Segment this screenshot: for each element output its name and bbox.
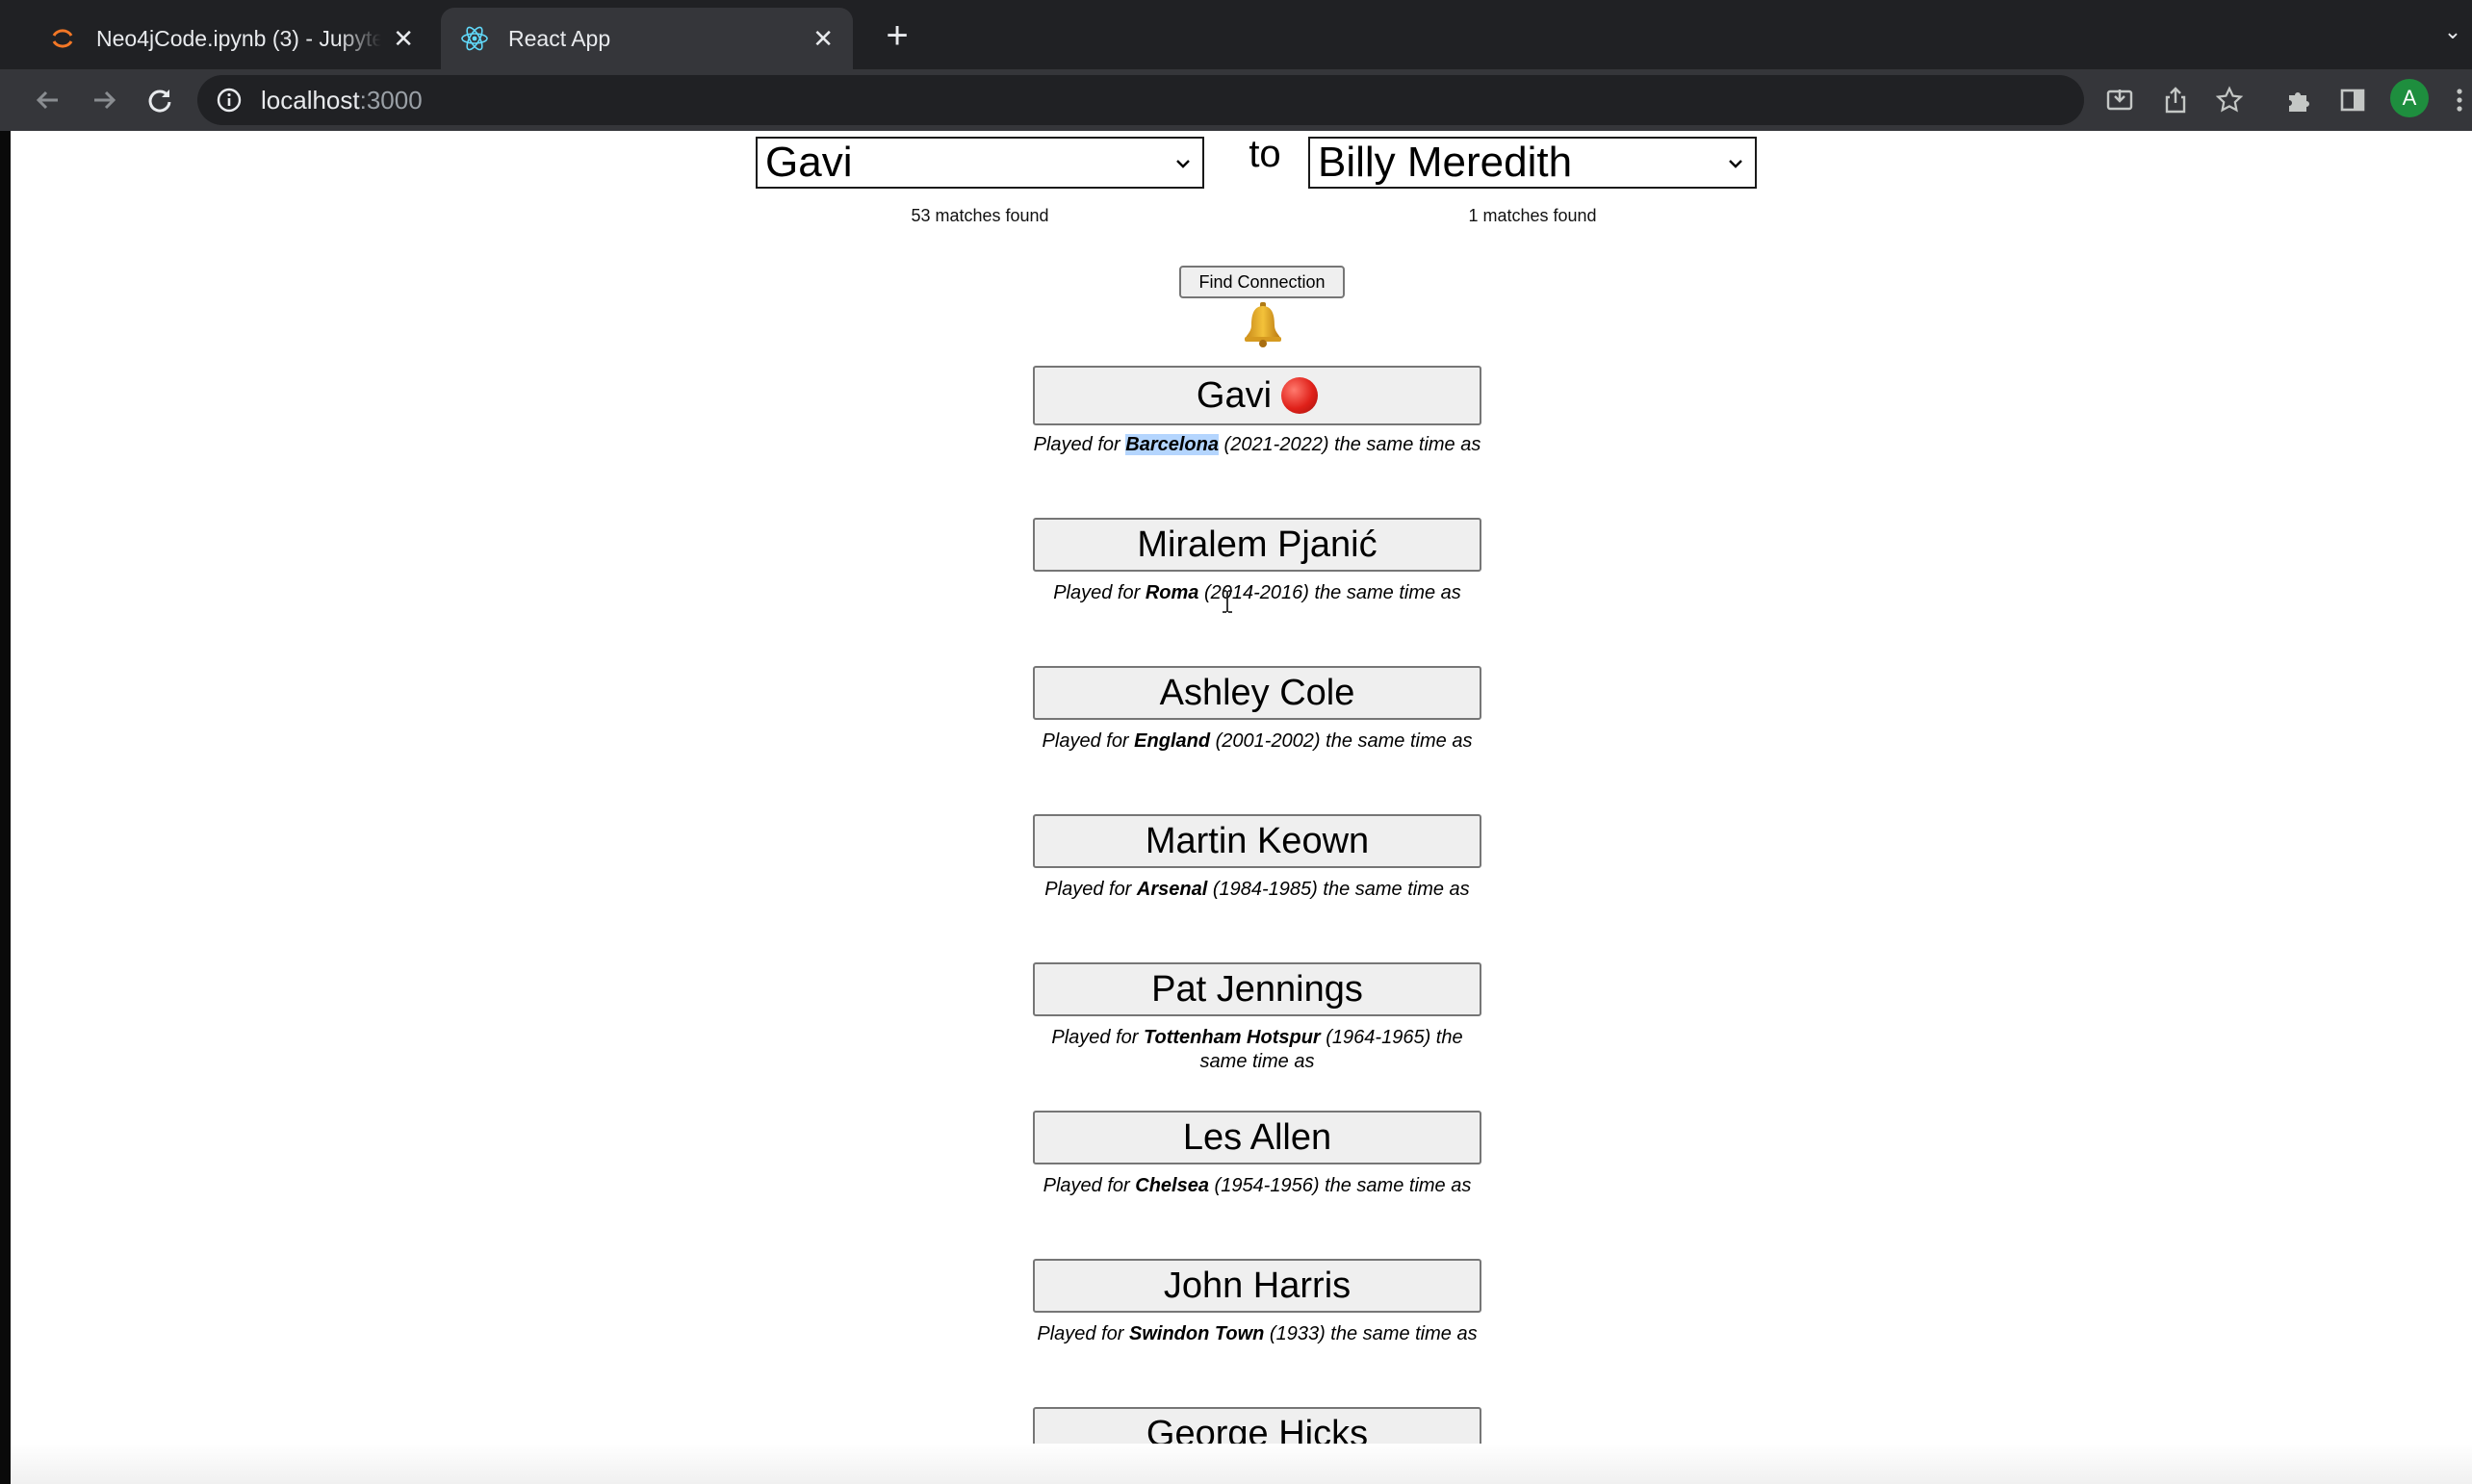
club-name: Arsenal — [1136, 879, 1208, 900]
connection-description: Played for Chelsea (1954-1956) the same … — [1033, 1174, 1481, 1198]
address-bar[interactable]: localhost:3000 — [197, 75, 2084, 125]
url-port: :3000 — [359, 85, 423, 115]
player-name: Martin Keown — [1145, 820, 1370, 861]
connection-description: Played for Arsenal (1984-1985) the same … — [1033, 878, 1481, 902]
to-label: to — [1249, 133, 1281, 175]
player-name: Les Allen — [1182, 1116, 1332, 1158]
years-range: (1954-1956) — [1214, 1175, 1320, 1196]
years-range: (1984-1985) — [1212, 879, 1318, 900]
connection-description: Played for Tottenham Hotspur (1964-1965)… — [1033, 1026, 1481, 1074]
forward-arrow-icon[interactable] — [83, 79, 125, 121]
tab-title: React App — [508, 25, 611, 51]
tab-react-app[interactable]: React App ✕ — [441, 8, 853, 69]
chevron-down-icon — [1729, 160, 1742, 168]
close-tab-icon[interactable]: ✕ — [393, 24, 414, 54]
club-name: Barcelona — [1125, 434, 1219, 455]
club-name: Chelsea — [1135, 1175, 1209, 1196]
back-arrow-icon[interactable] — [27, 79, 69, 121]
played-for-label: Played for — [1053, 582, 1141, 603]
to-player-select[interactable]: Billy Meredith — [1308, 137, 1757, 189]
bookmark-star-icon[interactable] — [2212, 83, 2247, 117]
connection-description: Played for England (2001-2002) the same … — [1033, 729, 1481, 754]
years-range: (1933) — [1269, 1323, 1326, 1344]
url-host: localhost — [261, 85, 360, 115]
window-edge — [0, 131, 11, 1484]
connection-description: Played for Swindon Town (1933) the same … — [1033, 1322, 1481, 1346]
to-player-value: Billy Meredith — [1318, 139, 1573, 186]
same-time-as-label: the same time as — [1323, 879, 1470, 900]
tab-title: Neo4jCode.ipynb (3) - Jupyter — [96, 25, 382, 51]
from-player-select[interactable]: Gavi — [756, 137, 1204, 189]
profile-avatar[interactable]: A — [2390, 79, 2429, 117]
same-time-as-label: the same time as — [1334, 434, 1481, 455]
played-for-label: Played for — [1044, 879, 1132, 900]
red-circle-icon — [1281, 377, 1319, 414]
from-matches-count: 53 matches found — [911, 206, 1049, 225]
connection-description: Played for Barcelona (2021-2022) the sam… — [1033, 433, 1481, 457]
same-time-as-label: the same time as — [1326, 730, 1473, 752]
page-bottom-fade — [11, 1444, 2472, 1484]
page-viewport: Gavi to Billy Meredith 53 matches found … — [11, 131, 2472, 1484]
player-button[interactable]: Ashley Cole — [1033, 666, 1481, 720]
reload-icon[interactable] — [139, 79, 181, 121]
side-panel-icon[interactable] — [2335, 83, 2370, 117]
club-name: England — [1134, 730, 1211, 752]
new-tab-plus-icon[interactable]: + — [874, 13, 920, 60]
played-for-label: Played for — [1033, 434, 1120, 455]
played-for-label: Played for — [1042, 730, 1129, 752]
extensions-puzzle-icon[interactable] — [2281, 83, 2316, 117]
from-player-value: Gavi — [765, 139, 853, 186]
install-app-icon[interactable] — [2102, 83, 2137, 117]
player-button[interactable]: Gavi — [1033, 366, 1481, 425]
browser-toolbar: localhost:3000 — [0, 69, 2472, 131]
same-time-as-label: the same time as — [1325, 1175, 1472, 1196]
share-icon[interactable] — [2158, 83, 2193, 117]
text-cursor-icon — [1223, 590, 1232, 613]
site-info-icon[interactable] — [215, 86, 244, 115]
player-button[interactable]: Martin Keown — [1033, 814, 1481, 868]
close-tab-icon[interactable]: ✕ — [812, 24, 834, 54]
react-icon — [461, 26, 488, 51]
player-name: Gavi — [1196, 374, 1273, 416]
browser-tab-strip: Neo4jCode.ipynb (3) - Jupyter ✕ React Ap… — [0, 0, 2472, 69]
bell-icon — [1245, 302, 1281, 347]
jupyter-icon — [52, 29, 73, 48]
player-button[interactable]: Miralem Pjanić — [1033, 518, 1481, 572]
player-button[interactable]: Pat Jennings — [1033, 962, 1481, 1016]
player-button[interactable]: Les Allen — [1033, 1111, 1481, 1164]
find-connection-button[interactable]: Find Connection — [1179, 266, 1345, 298]
played-for-label: Played for — [1043, 1175, 1130, 1196]
connection-description: Played for Roma (2014-2016) the same tim… — [1033, 581, 1481, 605]
chevron-down-icon — [1176, 160, 1190, 168]
player-button[interactable]: John Harris — [1033, 1259, 1481, 1313]
years-range: (2001-2002) — [1215, 730, 1321, 752]
same-time-as-label: the same time as — [1330, 1323, 1478, 1344]
browser-menu-icon[interactable] — [2450, 83, 2469, 117]
player-name: Ashley Cole — [1159, 672, 1355, 713]
club-name: Swindon Town — [1129, 1323, 1265, 1344]
to-matches-count: 1 matches found — [1468, 206, 1597, 225]
club-name: Tottenham Hotspur — [1144, 1027, 1321, 1048]
played-for-label: Played for — [1051, 1027, 1139, 1048]
years-range: (2021-2022) — [1223, 434, 1329, 455]
years-range: (1964-1965) — [1326, 1027, 1431, 1048]
tab-search-chevron-icon[interactable]: ⌄ — [2433, 19, 2472, 48]
played-for-label: Played for — [1037, 1323, 1124, 1344]
tab-jupyter[interactable]: Neo4jCode.ipynb (3) - Jupyter ✕ — [29, 8, 433, 69]
player-name: Miralem Pjanić — [1137, 524, 1378, 565]
same-time-as-label: the same time as — [1314, 582, 1461, 603]
player-name: Pat Jennings — [1151, 968, 1363, 1010]
club-name: Roma — [1145, 582, 1199, 603]
player-name: John Harris — [1163, 1265, 1352, 1306]
